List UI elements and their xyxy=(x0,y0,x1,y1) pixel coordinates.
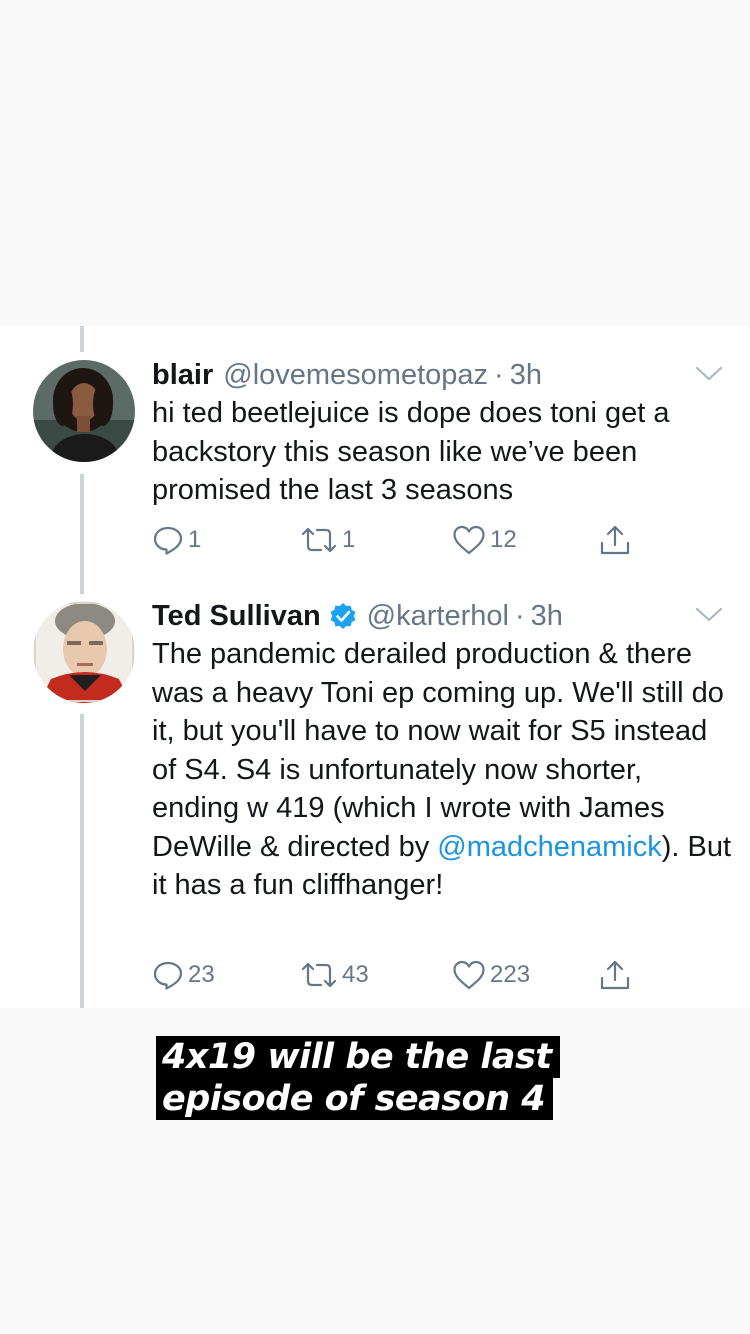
user-name[interactable]: Ted Sullivan xyxy=(152,597,321,635)
user-handle[interactable]: @lovemesometopaz xyxy=(223,356,488,394)
tweet-thread-card: blair @lovemesometopaz · 3h hi ted beetl… xyxy=(0,326,750,1008)
mention-link[interactable]: @madchenamick xyxy=(437,831,661,863)
story-caption: 4x19 will be the last episode of season … xyxy=(156,1036,560,1120)
avatar[interactable] xyxy=(33,601,135,703)
tweet-time[interactable]: 3h xyxy=(531,597,563,635)
tweet-actions: 1 1 12 xyxy=(150,520,650,560)
verified-badge-icon xyxy=(330,603,356,629)
tweet-actions: 23 43 223 xyxy=(150,955,650,995)
like-count: 223 xyxy=(490,961,531,988)
like-icon xyxy=(453,960,485,990)
reply-button[interactable]: 23 xyxy=(152,955,215,995)
like-icon xyxy=(453,525,485,555)
like-button[interactable]: 223 xyxy=(452,955,530,995)
tweet-header: blair @lovemesometopaz · 3h xyxy=(152,356,542,394)
retweet-icon xyxy=(301,527,337,553)
reply-button[interactable]: 1 xyxy=(152,520,201,560)
reply-icon xyxy=(153,526,183,555)
tweet-text-part: The pandemic derailed production & there… xyxy=(152,638,724,863)
thread-line-bottom xyxy=(80,714,84,1008)
caption-line-2: episode of season 4 xyxy=(156,1078,554,1120)
retweet-icon xyxy=(301,962,337,988)
caption-line-1: 4x19 will be the last xyxy=(156,1036,560,1078)
reply-count: 1 xyxy=(188,526,202,553)
reply-count: 23 xyxy=(188,961,215,988)
thread-line-top xyxy=(80,326,84,352)
tweet-text: hi ted beetlejuice is dope does toni get… xyxy=(152,397,670,506)
avatar[interactable] xyxy=(33,360,135,462)
thread-line-middle xyxy=(80,474,84,594)
retweet-count: 43 xyxy=(342,961,369,988)
separator-dot: · xyxy=(494,359,504,391)
share-button[interactable] xyxy=(598,955,632,995)
like-button[interactable]: 12 xyxy=(452,520,517,560)
reply-icon xyxy=(153,961,183,990)
retweet-count: 1 xyxy=(342,526,356,553)
like-count: 12 xyxy=(490,526,517,553)
share-button[interactable] xyxy=(598,520,632,560)
chevron-down-icon[interactable] xyxy=(695,607,723,623)
retweet-button[interactable]: 1 xyxy=(300,520,355,560)
user-name[interactable]: blair xyxy=(152,356,213,394)
tweet-text: The pandemic derailed production & there… xyxy=(152,635,732,905)
tweet-time[interactable]: 3h xyxy=(510,356,542,394)
chevron-down-icon[interactable] xyxy=(695,366,723,382)
share-icon xyxy=(600,525,630,555)
separator-dot: · xyxy=(514,600,525,632)
tweet-header: Ted Sullivan @karterhol · 3h xyxy=(152,597,563,635)
retweet-button[interactable]: 43 xyxy=(300,955,369,995)
share-icon xyxy=(600,960,630,990)
user-handle[interactable]: @karterhol xyxy=(367,597,509,635)
